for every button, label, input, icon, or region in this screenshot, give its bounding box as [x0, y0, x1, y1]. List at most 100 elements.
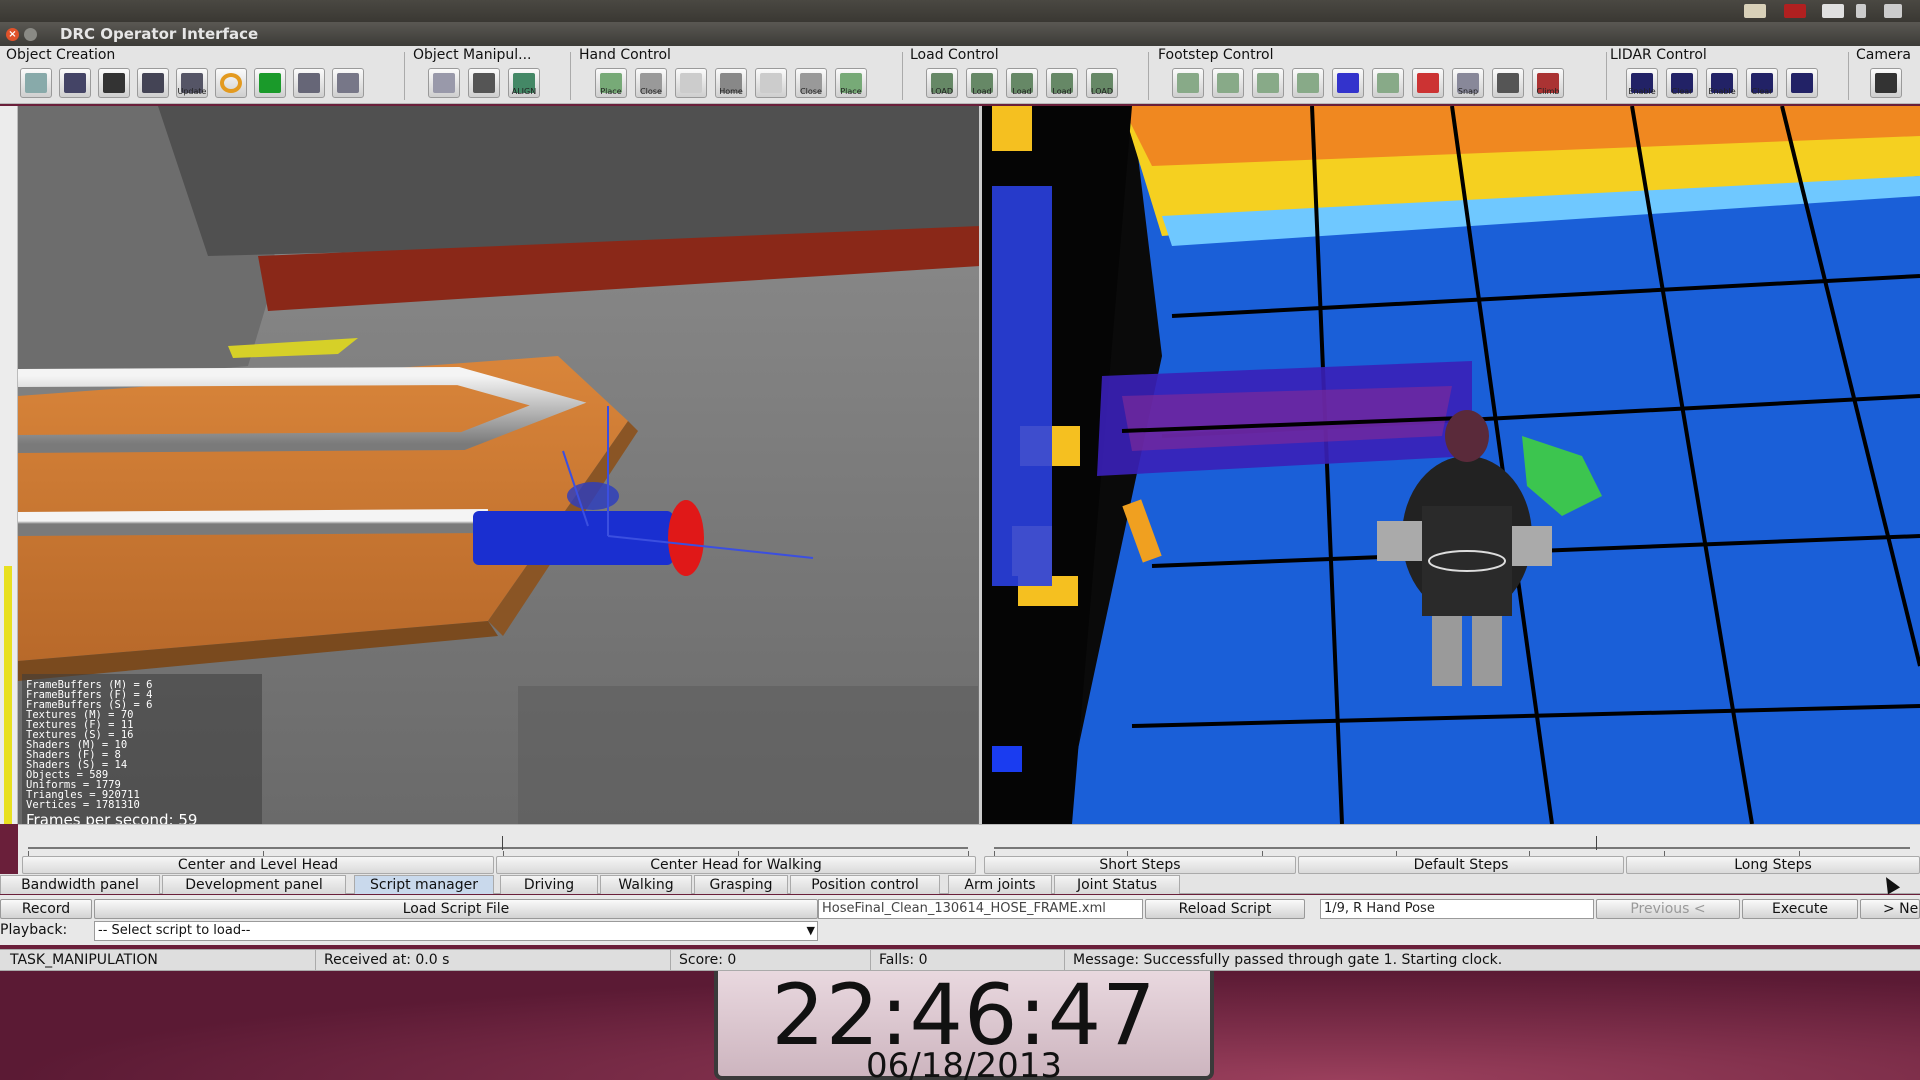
toolbar-button-footstep[interactable] [1252, 68, 1284, 98]
toolbar-button-grid[interactable] [98, 68, 130, 98]
left-panel-edge[interactable] [0, 106, 18, 824]
script-file-field[interactable]: HoseFinal_Clean_130614_HOSE_FRAME.xml [818, 899, 1143, 919]
close-window-button[interactable]: × [6, 28, 19, 41]
next-button[interactable]: > Ne [1860, 899, 1920, 919]
toolbar-button-footstep-cancel[interactable] [1412, 68, 1444, 98]
record-button[interactable]: Record [0, 899, 92, 919]
script-step-field[interactable]: 1/9, R Hand Pose [1320, 899, 1594, 919]
task-status: TASK_MANIPULATION [0, 950, 316, 970]
step-length-slider[interactable] [984, 831, 1920, 859]
toolbar-button-hand-place[interactable]: Place [595, 68, 627, 98]
playback-select[interactable]: -- Select script to load-- ▼ [94, 921, 818, 941]
toolbar-button-eye[interactable] [1870, 68, 1902, 98]
recording-indicator-icon[interactable] [1784, 4, 1806, 18]
toolbar-button-cube[interactable] [59, 68, 91, 98]
slider-row [18, 824, 1920, 858]
tab-script-manager[interactable]: Script manager [354, 875, 494, 894]
toolbar-button-lidar[interactable]: Clear [1746, 68, 1778, 98]
toolbar-button-hand-home[interactable]: Home [715, 68, 747, 98]
slider-labels: Center and Level Head Center Head for Wa… [18, 856, 1920, 874]
playback-select-value: -- Select script to load-- [98, 923, 251, 938]
bluetooth-icon[interactable] [1856, 4, 1866, 18]
toolbar-group-object-creation: Object Creation Update [0, 46, 405, 104]
toolbar-button-load[interactable]: Load [1046, 68, 1078, 98]
tab-position-control[interactable]: Position control [790, 875, 940, 894]
tab-joint-status[interactable]: Joint Status [1054, 875, 1180, 894]
toolbar-button-caption: ALIGN [511, 87, 537, 96]
window-title-bar: × DRC Operator Interface [0, 22, 1920, 46]
toolbar-button-climb[interactable]: Climb [1532, 68, 1564, 98]
tab-driving[interactable]: Driving [500, 875, 598, 894]
step-length-slider-thumb[interactable] [1596, 836, 1604, 850]
tab-arm-joints[interactable]: Arm joints [948, 875, 1052, 894]
chevron-down-icon[interactable]: ▼ [807, 922, 815, 940]
tab-walking[interactable]: Walking [600, 875, 692, 894]
tab-grasping[interactable]: Grasping [694, 875, 788, 894]
toolbar-button-hand-place[interactable]: Place [835, 68, 867, 98]
toolbar-button-rotate[interactable] [468, 68, 500, 98]
reload-script-button[interactable]: Reload Script [1145, 899, 1305, 919]
toolbar-button-load[interactable]: LOAD [1086, 68, 1118, 98]
tab-development-panel[interactable]: Development panel [162, 875, 346, 894]
toolbar-button-caption: Home [719, 87, 743, 96]
toolbar-button-align[interactable]: ALIGN [508, 68, 540, 98]
network-icon[interactable] [1884, 4, 1902, 18]
toolbar-button-object-select[interactable] [20, 68, 52, 98]
toolbar-button-caption: Load [972, 87, 992, 96]
toolbar-button-snap[interactable]: Snap [1452, 68, 1484, 98]
toolbar-button-hand-blank[interactable] [675, 68, 707, 98]
drill-icon [337, 73, 359, 93]
execute-button[interactable]: Execute [1742, 899, 1858, 919]
tab-bandwidth-panel[interactable]: Bandwidth panel [0, 875, 160, 894]
toolbar-button-footstep[interactable] [1212, 68, 1244, 98]
keyboard-indicator-icon[interactable] [1744, 4, 1766, 18]
toolbar-button-lidar[interactable]: Enable [1706, 68, 1738, 98]
toolbar-button-lidar[interactable] [1786, 68, 1818, 98]
received-at-status: Received at: 0.0 s [316, 950, 671, 970]
mail-icon[interactable] [1822, 4, 1844, 18]
toolbar-button-load[interactable]: LOAD [926, 68, 958, 98]
footstep-grid-icon [1337, 73, 1359, 93]
object-select-icon [25, 73, 47, 93]
toolbar-button-lidar[interactable]: Clear [1666, 68, 1698, 98]
lidar-3d-view[interactable] [982, 106, 1920, 824]
clock-widget: 22:46:47 06/18/2013 [714, 971, 1214, 1080]
toolbar-button-hand-close[interactable]: Close [635, 68, 667, 98]
toolbar-group-lidar-control: LIDAR Control Enable Clear Enable Clear [1604, 46, 1849, 104]
camera-view-left[interactable]: FrameBuffers (M) = 6 FrameBuffers (F) = 4… [18, 106, 980, 824]
toolbar-button-drill[interactable] [332, 68, 364, 98]
toolbar-button-turn[interactable] [1492, 68, 1524, 98]
toolbar-button-load[interactable]: Load [966, 68, 998, 98]
toolbar-button-lidar[interactable]: Enable [1626, 68, 1658, 98]
toolbar-button-ladder[interactable]: Update [176, 68, 208, 98]
toolbar-button-footstep-grid[interactable] [1332, 68, 1364, 98]
minimize-window-button[interactable] [24, 28, 37, 41]
toolbar-button-move[interactable] [428, 68, 460, 98]
toolbar-button-footstep[interactable] [1372, 68, 1404, 98]
center-head-walking-label[interactable]: Center Head for Walking [496, 856, 976, 874]
default-steps-label[interactable]: Default Steps [1298, 856, 1624, 874]
toolbar-button-load[interactable]: Load [1006, 68, 1038, 98]
footstep-icon [1257, 73, 1279, 93]
toolbar-button-hand-blank[interactable] [755, 68, 787, 98]
previous-button[interactable]: Previous < [1596, 899, 1740, 919]
footstep-icon [1377, 73, 1399, 93]
toolbar-button-vehicle[interactable] [137, 68, 169, 98]
toolbar-button-valve[interactable] [293, 68, 325, 98]
toolbar-button-ring[interactable] [215, 68, 247, 98]
toolbar-button-footstep[interactable] [1292, 68, 1324, 98]
toolbar-button-hand-close[interactable]: Close [795, 68, 827, 98]
toolbar-button-footstep[interactable] [1172, 68, 1204, 98]
center-level-head-label[interactable]: Center and Level Head [22, 856, 494, 874]
toolbar-button-green-block[interactable] [254, 68, 286, 98]
toolbar-group-label: Object Creation [6, 47, 116, 63]
load-script-button[interactable]: Load Script File [94, 899, 818, 919]
toolbar-button-caption: Load [1052, 87, 1072, 96]
script-manager-panel: Record Load Script File HoseFinal_Clean_… [0, 895, 1920, 945]
hand-blank-icon [760, 73, 782, 93]
toolbar-button-caption: Clear [1751, 87, 1773, 96]
head-slider-thumb[interactable] [502, 836, 510, 850]
head-slider[interactable] [18, 831, 978, 859]
short-steps-label[interactable]: Short Steps [984, 856, 1296, 874]
long-steps-label[interactable]: Long Steps [1626, 856, 1920, 874]
